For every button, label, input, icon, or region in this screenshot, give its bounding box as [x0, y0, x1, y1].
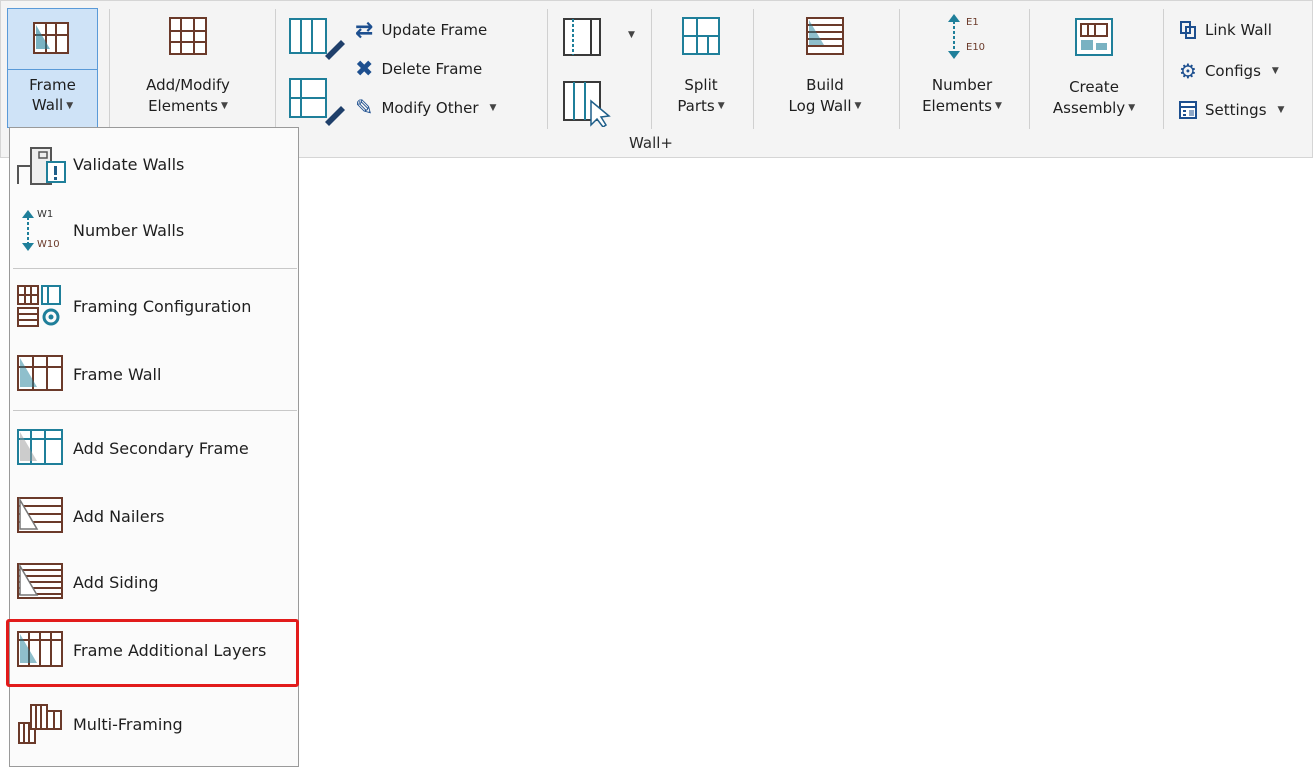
refresh-icon: ⇄ [355, 17, 374, 43]
menu-item-label: Frame Wall [73, 364, 162, 384]
highlight-box [6, 619, 299, 687]
build-log-wall-label-2: Log Wall [788, 97, 852, 115]
number-elements-button[interactable]: E1 E10 Number Elements ▼ [907, 9, 1017, 117]
number-elements-label-2: Elements [922, 97, 992, 115]
chevron-down-icon[interactable]: ▼ [1278, 105, 1285, 115]
frame-wall-button[interactable]: Frame Wall ▼ [7, 8, 98, 128]
menu-item-label: Multi-Framing [73, 714, 183, 734]
e10-tag: E10 [966, 42, 986, 53]
validate-walls-icon [13, 141, 69, 187]
menu-item-label: Add Nailers [73, 506, 165, 526]
configs-button[interactable]: ⚙ Configs ▼ [1179, 58, 1279, 84]
split-parts-label-2: Parts [677, 97, 715, 115]
build-log-wall-label-1: Build [806, 76, 844, 94]
create-assembly-button[interactable]: Create Assembly ▼ [1037, 15, 1151, 119]
frame-wall-icon [13, 351, 69, 397]
add-modify-elements-icon [169, 17, 207, 55]
nailers-icon [13, 493, 69, 539]
menu-item-label: Add Siding [73, 572, 159, 592]
number-elements-icon: E1 E10 [932, 9, 992, 61]
chevron-down-icon[interactable]: ▼ [490, 103, 497, 113]
menu-item-add-siding[interactable]: Add Siding [10, 552, 298, 612]
chevron-down-icon[interactable]: ▼ [718, 96, 725, 117]
menu-item-label: Add Secondary Frame [73, 438, 249, 458]
link-icon [1180, 21, 1196, 39]
update-frame-label: Update Frame [381, 21, 488, 39]
siding-icon [13, 559, 69, 605]
menu-item-number-walls[interactable]: W1 W10 Number Walls [10, 200, 298, 260]
frame-wall-label-2: Wall [31, 96, 64, 114]
create-assembly-label-2: Assembly [1052, 99, 1126, 117]
update-frame-button[interactable]: ⇄ Update Frame [355, 17, 487, 43]
select-frame-icon[interactable] [561, 79, 617, 127]
chevron-down-icon[interactable]: ▼ [628, 30, 635, 40]
split-frame-button[interactable]: ▼ [561, 16, 635, 62]
menu-item-label: Number Walls [73, 220, 185, 240]
menu-divider [13, 268, 297, 269]
create-assembly-label-1: Create [1069, 78, 1119, 96]
menu-item-add-nailers[interactable]: Add Nailers [10, 486, 298, 546]
build-log-wall-button[interactable]: Build Log Wall ▼ [765, 15, 885, 117]
e1-tag: E1 [966, 17, 979, 28]
frame-wall-icon[interactable] [8, 9, 97, 70]
menu-divider [13, 410, 297, 411]
chevron-down-icon[interactable]: ▼ [66, 96, 73, 116]
log-wall-icon [806, 17, 844, 55]
menu-item-validate-walls[interactable]: Validate Walls [10, 134, 298, 194]
delete-icon: ✖ [355, 56, 374, 82]
delete-frame-button[interactable]: ✖ Delete Frame [355, 56, 482, 82]
multi-framing-icon [13, 701, 69, 747]
w1-tag: W1 [37, 209, 54, 220]
link-wall-label: Link Wall [1205, 21, 1272, 39]
secondary-frame-icon [13, 425, 69, 471]
menu-item-frame-wall[interactable]: Frame Wall [10, 344, 298, 404]
menu-item-label: Validate Walls [73, 154, 185, 174]
edit-frame-2-icon[interactable] [287, 76, 345, 126]
chevron-down-icon[interactable]: ▼ [855, 96, 862, 117]
chevron-down-icon[interactable]: ▼ [1272, 66, 1279, 76]
chevron-down-icon[interactable]: ▼ [1128, 98, 1135, 119]
chevron-down-icon[interactable]: ▼ [995, 96, 1002, 117]
link-wall-button[interactable]: Link Wall [1179, 17, 1272, 43]
split-parts-icon [682, 17, 720, 55]
number-walls-icon: W1 W10 [13, 207, 69, 253]
assembly-icon [1075, 18, 1113, 56]
split-parts-button[interactable]: Split Parts ▼ [661, 15, 741, 117]
modify-other-label: Modify Other [381, 99, 479, 117]
settings-panel-icon [1179, 101, 1197, 119]
settings-label: Settings [1205, 101, 1267, 119]
split-frame-icon [563, 18, 601, 56]
add-modify-label-2: Elements [148, 97, 218, 115]
pencil-icon: ✎ [355, 95, 374, 121]
menu-item-add-secondary-frame[interactable]: Add Secondary Frame [10, 418, 298, 478]
group-label-wall-plus: Wall+ [629, 134, 673, 152]
add-modify-label-1: Add/Modify [146, 76, 230, 94]
edit-frame-icon[interactable] [287, 16, 345, 60]
w10-tag: W10 [37, 239, 60, 250]
number-elements-label-1: Number [931, 76, 993, 94]
frame-wall-label-1: Frame [29, 76, 76, 94]
gear-icon: ⚙ [1179, 59, 1197, 83]
framing-configuration-icon [13, 283, 69, 329]
delete-frame-label: Delete Frame [381, 60, 483, 78]
menu-item-label: Framing Configuration [73, 296, 252, 316]
modify-other-button[interactable]: ✎ Modify Other ▼ [355, 95, 496, 121]
menu-item-multi-framing[interactable]: Multi-Framing [10, 694, 298, 754]
settings-button[interactable]: Settings ▼ [1179, 97, 1284, 123]
chevron-down-icon[interactable]: ▼ [221, 96, 228, 117]
add-modify-elements-button[interactable]: Add/Modify Elements ▼ [119, 15, 257, 117]
configs-label: Configs [1204, 62, 1261, 80]
menu-item-framing-configuration[interactable]: Framing Configuration [10, 276, 298, 336]
split-parts-label-1: Split [684, 76, 718, 94]
